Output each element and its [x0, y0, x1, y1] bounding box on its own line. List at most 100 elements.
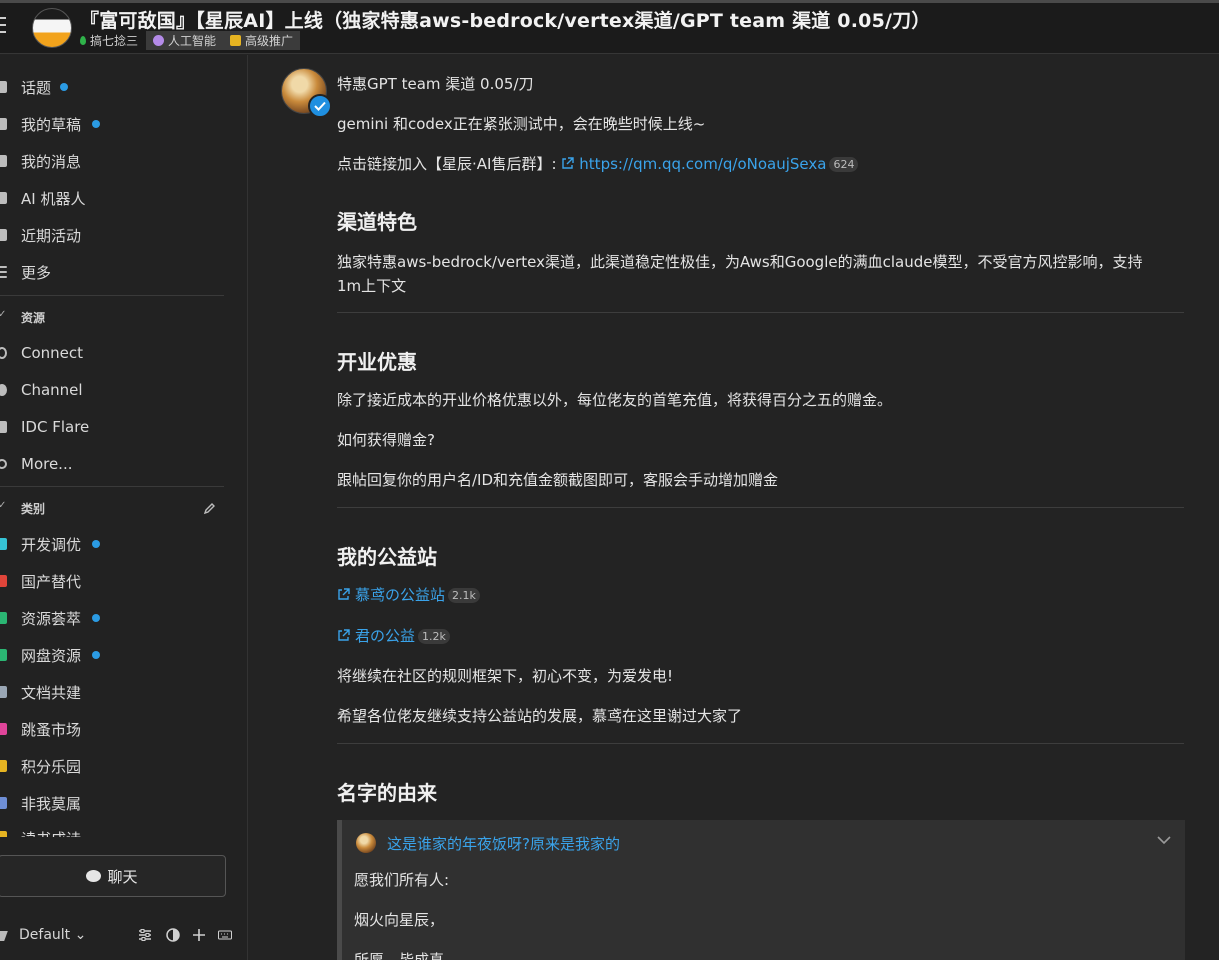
sidebar-item-category[interactable]: 读书成诗 — [0, 825, 240, 837]
join-prefix-text: 点击链接加入【星辰·AI售后群】: — [337, 155, 557, 173]
topic-header: 『富可敌国』【星辰AI】上线（独家特惠aws-bedrock/vertex渠道/… — [0, 0, 1219, 54]
plus-icon[interactable] — [192, 928, 206, 942]
gift-icon — [0, 760, 7, 772]
theme-selector-label: Default — [19, 927, 71, 943]
unread-dot — [92, 651, 100, 659]
site-logo[interactable] — [32, 8, 72, 48]
post-paragraph: 除了接近成本的开业价格优惠以外，每位佬友的首笔充值，将获得百分之五的赠金。 — [337, 391, 893, 409]
post-paragraph: 希望各位佬友继续支持公益站的发展，慕鸢在这里谢过大家了 — [337, 707, 743, 725]
sidebar-item-label: 国产替代 — [21, 572, 82, 591]
code-icon — [0, 538, 7, 550]
section-title: 资源 — [21, 311, 46, 325]
unread-dot — [92, 614, 100, 622]
sidebar-item-label: IDC Flare — [21, 418, 90, 436]
sidebar-item-category[interactable]: 开发调优 — [0, 529, 240, 559]
sliders-icon[interactable] — [138, 928, 152, 942]
theme-selector[interactable]: Default ⌄ — [19, 927, 86, 943]
click-count-badge: 1.2k — [418, 629, 450, 644]
sidebar-item-category[interactable]: 积分乐园 — [0, 751, 240, 781]
sidebar-item-label: 开发调优 — [21, 535, 82, 554]
chat-bubble-icon — [86, 870, 102, 882]
sidebar-item-label: 网盘资源 — [21, 646, 82, 665]
dark-mode-toggle-icon[interactable] — [166, 928, 180, 942]
sidebar-footer: Default ⌄ — [0, 923, 240, 949]
sidebar-item-label: 我的消息 — [21, 152, 82, 171]
section-heading: 我的公益站 — [337, 545, 437, 569]
sidebar-item-label: Connect — [21, 344, 84, 362]
unread-dot — [92, 540, 100, 548]
quote-line: 烟火向星辰， — [354, 911, 445, 929]
post-paragraph: 1m上下文 — [337, 277, 407, 295]
brain-icon — [153, 34, 165, 46]
click-count-badge: 2.1k — [448, 588, 480, 603]
sidebar-item-drafts[interactable]: 我的草稿 — [0, 109, 240, 139]
tag-promotion[interactable]: 高级推广 — [223, 30, 301, 50]
chevron-down-icon[interactable] — [1157, 835, 1171, 845]
post-paragraph: 君の公益 1.2k — [337, 625, 450, 646]
paintbrush-icon — [0, 931, 8, 941]
sidebar-item-idc-flare[interactable]: IDC Flare — [0, 412, 240, 442]
category-badge[interactable]: 搞七捻三 — [80, 32, 138, 49]
sidebar-item-channel[interactable]: Channel — [0, 375, 240, 405]
calendar-icon — [0, 229, 7, 241]
tag-label: 人工智能 — [168, 33, 217, 48]
sidebar-item-label: 我的草稿 — [21, 115, 82, 134]
chat-button-label: 聊天 — [107, 867, 138, 886]
verified-badge-icon — [308, 94, 332, 118]
pencil-icon[interactable] — [203, 502, 216, 515]
sidebar-item-category[interactable]: 跳蚤市场 — [0, 714, 240, 744]
site2-link[interactable]: 君の公益 — [337, 627, 415, 645]
quoted-post[interactable]: 这是谁家的年夜饭呀?原来是我家的 愿我们所有人: 烟火向星辰， 所愿，皆成真。 — [337, 820, 1185, 960]
post-paragraph: 跟帖回复你的用户名/ID和充值金额截图即可，客服会手动增加赠金 — [337, 471, 779, 489]
tag-ai[interactable]: 人工智能 — [146, 30, 224, 50]
sidebar-item-ai-bot[interactable]: AI 机器人 — [0, 183, 240, 213]
sidebar-item-resources-more[interactable]: More... — [0, 449, 240, 479]
channel-icon — [0, 384, 7, 396]
cloud-icon — [0, 421, 7, 433]
sidebar-item-topics[interactable]: 话题 — [0, 72, 240, 102]
post-paragraph: 特惠GPT team 渠道 0.05/刀 — [337, 75, 534, 93]
rocket-icon — [0, 575, 7, 587]
site1-link[interactable]: 慕鸢の公益站 — [337, 586, 445, 604]
unread-dot — [92, 120, 100, 128]
section-heading: 开业优惠 — [337, 350, 417, 374]
sidebar-item-category[interactable]: 非我莫属 — [0, 788, 240, 818]
sidebar-item-label: 文档共建 — [21, 683, 82, 702]
chevron-down-icon: ✓ — [0, 500, 7, 511]
briefcase-icon — [0, 797, 7, 809]
post-paragraph-join: 点击链接加入【星辰·AI售后群】: https://qm.qq.com/q/oN… — [337, 153, 859, 174]
sidebar-item-messages[interactable]: 我的消息 — [0, 146, 240, 176]
topic-title[interactable]: 『富可敌国』【星辰AI】上线（独家特惠aws-bedrock/vertex渠道/… — [80, 6, 931, 33]
horizontal-rule — [337, 312, 1184, 313]
sidebar-item-label: 更多 — [21, 263, 52, 282]
horizontal-rule — [337, 507, 1184, 508]
sidebar-item-events[interactable]: 近期活动 — [0, 220, 240, 250]
sidebar-item-category[interactable]: 网盘资源 — [0, 640, 240, 670]
sidebar-item-category[interactable]: 资源荟萃 — [0, 603, 240, 633]
hamburger-menu-icon[interactable] — [0, 17, 6, 33]
site2-link-label: 君の公益 — [355, 627, 416, 645]
link-icon — [0, 347, 7, 359]
quote-title-link[interactable]: 这是谁家的年夜饭呀?原来是我家的 — [387, 833, 620, 854]
topics-icon — [0, 81, 7, 93]
section-header-resources[interactable]: ✓ 资源 — [0, 308, 230, 328]
section-header-categories[interactable]: ✓ 类别 — [0, 499, 230, 519]
sidebar: 话题 我的草稿 我的消息 AI 机器人 近期活动 更多 ✓ 资源 Connect… — [0, 55, 248, 960]
document-icon — [0, 686, 7, 698]
qq-group-link[interactable]: https://qm.qq.com/q/oNoaujSexa — [561, 155, 826, 173]
sidebar-item-connect[interactable]: Connect — [0, 338, 240, 368]
site1-link-label: 慕鸢の公益站 — [355, 586, 446, 604]
section-heading: 名字的由来 — [337, 781, 437, 805]
sidebar-item-category[interactable]: 文档共建 — [0, 677, 240, 707]
qq-group-link-label: https://qm.qq.com/q/oNoaujSexa — [579, 155, 827, 173]
sidebar-item-more[interactable]: 更多 — [0, 257, 240, 287]
chat-button[interactable]: 聊天 — [0, 855, 226, 897]
section-heading: 渠道特色 — [337, 210, 417, 234]
sidebar-divider — [0, 295, 224, 296]
external-link-icon — [338, 588, 350, 600]
sidebar-item-category[interactable]: 国产替代 — [0, 566, 240, 596]
list-icon — [0, 271, 7, 273]
box-icon — [0, 612, 7, 624]
keyboard-icon[interactable] — [218, 928, 232, 942]
external-link-icon — [562, 157, 574, 169]
